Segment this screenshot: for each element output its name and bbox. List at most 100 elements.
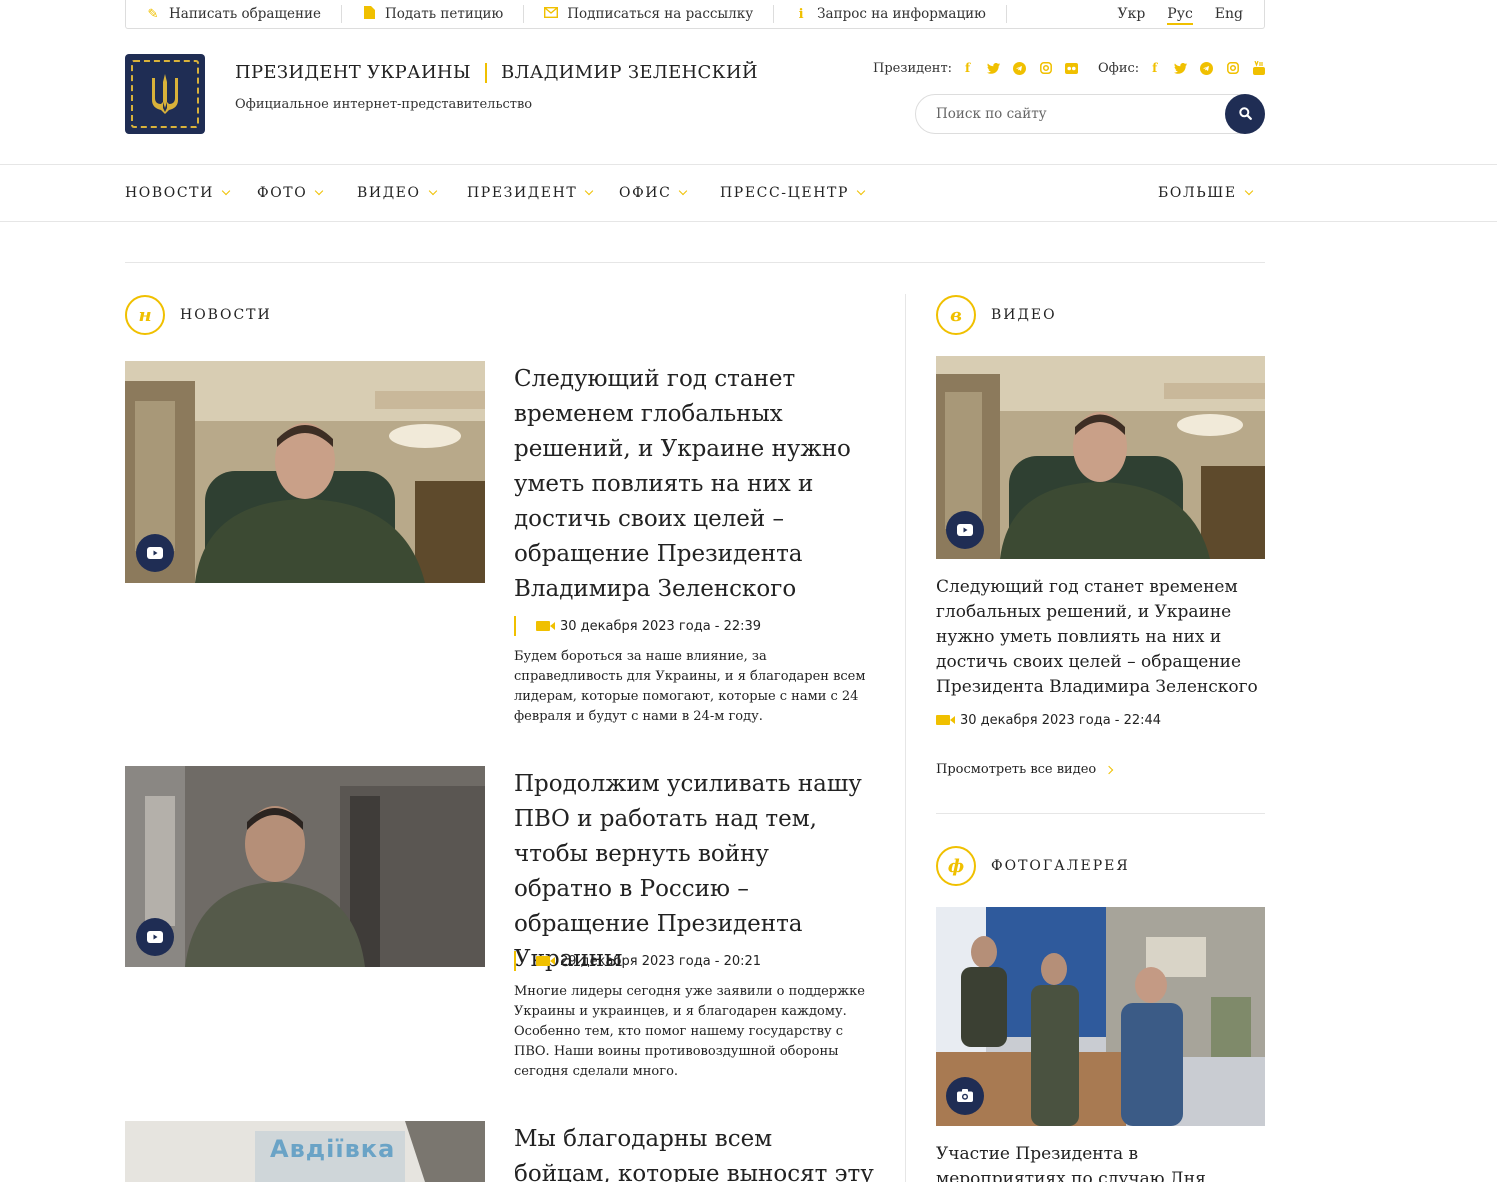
lang-rus[interactable]: Рус xyxy=(1167,6,1193,25)
info-request-link[interactable]: i Запрос на информацию xyxy=(774,5,1007,23)
instagram-icon[interactable] xyxy=(1223,60,1242,76)
youtube-icon[interactable] xyxy=(1249,60,1268,76)
site-subtitle: Официальное интернет-представительство xyxy=(235,97,533,112)
nav-president[interactable]: ПРЕЗИДЕНТ xyxy=(467,185,594,201)
nav-office-label: ОФИС xyxy=(619,185,672,201)
twitter-icon[interactable] xyxy=(984,60,1003,76)
facebook-icon[interactable]: f xyxy=(958,60,977,76)
news-image-1[interactable] xyxy=(125,361,485,583)
nav-more[interactable]: БОЛЬШЕ xyxy=(1158,185,1253,201)
chevron-down-icon xyxy=(428,186,437,196)
news-section-header: н НОВОСТИ xyxy=(125,295,272,335)
chevron-right-icon xyxy=(1105,765,1114,774)
write-appeal-label: Написать обращение xyxy=(169,6,322,22)
youtube-icon xyxy=(147,928,163,947)
video-section-icon: в xyxy=(936,295,976,335)
chevron-down-icon xyxy=(221,186,231,196)
news-photo-office xyxy=(125,361,485,583)
nav-photo-label: ФОТО xyxy=(257,185,308,201)
news-date-2: 29 декабря 2023 года - 20:21 xyxy=(514,951,761,971)
camera-icon xyxy=(957,1087,973,1106)
info-icon: i xyxy=(798,6,804,22)
flickr-icon[interactable] xyxy=(1062,60,1081,76)
news-date-1-text: 30 декабря 2023 года - 22:39 xyxy=(560,618,762,634)
video-image[interactable] xyxy=(936,356,1265,559)
petition-link[interactable]: Подать петицию xyxy=(342,5,525,23)
main-nav: НОВОСТИ ФОТО ВИДЕО ПРЕЗИДЕНТ ОФИС ПРЕСС-… xyxy=(0,164,1497,222)
chevron-down-icon xyxy=(856,186,866,196)
news-image-3[interactable]: Авдіївка xyxy=(125,1121,485,1182)
nav-president-label: ПРЕЗИДЕНТ xyxy=(467,185,578,201)
nav-video[interactable]: ВИДЕО xyxy=(357,185,437,201)
news-section-icon: н xyxy=(125,295,165,335)
news-excerpt-2: Многие лидеры сегодня уже заявили о подд… xyxy=(514,984,865,1079)
video-camera-icon xyxy=(536,621,555,631)
facebook-icon[interactable]: f xyxy=(1145,60,1164,76)
video-photo-office xyxy=(936,356,1265,559)
language-switcher: Укр Рус Eng xyxy=(1117,6,1264,25)
gallery-title[interactable]: Участие Президента в мероприятиях по слу… xyxy=(936,1142,1265,1182)
site-logo[interactable] xyxy=(125,54,205,134)
news-title-1[interactable]: Следующий год станет временем глобальных… xyxy=(514,362,874,607)
subscribe-link[interactable]: Подписаться на рассылку xyxy=(524,5,775,23)
chevron-down-icon xyxy=(315,186,324,196)
video-camera-icon xyxy=(536,956,555,966)
video-date-text: 30 декабря 2023 года - 22:44 xyxy=(960,712,1162,728)
news-title-2[interactable]: Продолжим усиливать нашу ПВО и работать … xyxy=(514,767,874,977)
info-request-label: Запрос на информацию xyxy=(817,6,986,22)
office-socials: Офис: f xyxy=(1098,60,1275,76)
nav-news-label: НОВОСТИ xyxy=(125,185,214,201)
nav-press-center-label: ПРЕСС-ЦЕНТР xyxy=(720,185,849,201)
site-search xyxy=(915,94,1265,134)
video-play-button[interactable] xyxy=(946,511,984,549)
telegram-icon[interactable] xyxy=(1010,60,1029,76)
trident-emblem-icon xyxy=(131,60,199,128)
search-button[interactable] xyxy=(1225,94,1265,134)
instagram-icon[interactable] xyxy=(1036,60,1055,76)
nav-news[interactable]: НОВОСТИ xyxy=(125,185,231,201)
youtube-icon xyxy=(957,521,973,540)
site-title[interactable]: ПРЕЗИДЕНТ УКРАИНЫ ВЛАДИМИР ЗЕЛЕНСКИЙ xyxy=(235,62,758,83)
nav-office[interactable]: ОФИС xyxy=(619,185,688,201)
news-excerpt-1: Будем бороться за наше влияние, за справ… xyxy=(514,649,866,724)
search-input[interactable] xyxy=(916,95,1206,133)
pencil-icon: ✎ xyxy=(147,6,159,22)
document-icon xyxy=(362,5,376,23)
lang-ukr[interactable]: Укр xyxy=(1117,6,1145,22)
news-photo-train xyxy=(125,766,485,967)
twitter-icon[interactable] xyxy=(1171,60,1190,76)
column-divider xyxy=(905,294,906,1182)
office-socials-label: Офис: xyxy=(1098,60,1140,76)
write-appeal-link[interactable]: ✎ Написать обращение xyxy=(126,5,343,23)
title-divider xyxy=(484,62,487,83)
news-date-2-text: 29 декабря 2023 года - 20:21 xyxy=(560,953,762,969)
lang-eng[interactable]: Eng xyxy=(1215,6,1243,22)
chevron-down-icon xyxy=(1244,186,1253,196)
nav-press-center[interactable]: ПРЕСС-ЦЕНТР xyxy=(720,185,866,201)
chevron-down-icon xyxy=(679,186,688,196)
video-title[interactable]: Следующий год станет временем глобальных… xyxy=(936,575,1265,700)
video-play-button[interactable] xyxy=(136,918,174,956)
nav-video-label: ВИДЕО xyxy=(357,185,421,201)
subscribe-label: Подписаться на рассылку xyxy=(567,6,754,22)
video-section-title[interactable]: ВИДЕО xyxy=(991,307,1057,323)
gallery-section-icon: ф xyxy=(936,846,976,886)
gallery-section-title[interactable]: ФОТОГАЛЕРЕЯ xyxy=(991,858,1130,874)
view-all-videos-link[interactable]: Просмотреть все видео xyxy=(936,762,1114,777)
chevron-down-icon xyxy=(585,186,594,196)
news-date-1: 30 декабря 2023 года - 22:39 xyxy=(514,616,761,636)
video-play-button[interactable] xyxy=(136,534,174,572)
nav-photo[interactable]: ФОТО xyxy=(257,185,324,201)
news-image-2[interactable] xyxy=(125,766,485,967)
avdiivka-sign-text: Авдіївка xyxy=(270,1135,396,1163)
news-section-title[interactable]: НОВОСТИ xyxy=(180,307,272,323)
news-title-3[interactable]: Мы благодарны всем бойцам, которые вынос… xyxy=(514,1122,874,1182)
right-divider xyxy=(936,813,1265,814)
top-bar: ✎ Написать обращение Подать петицию Подп… xyxy=(125,0,1265,29)
video-date: 30 декабря 2023 года - 22:44 xyxy=(936,710,1161,730)
view-all-videos-label: Просмотреть все видео xyxy=(936,762,1097,777)
gallery-photo-button[interactable] xyxy=(946,1077,984,1115)
gallery-image[interactable] xyxy=(936,907,1265,1126)
petition-label: Подать петицию xyxy=(385,6,504,22)
telegram-icon[interactable] xyxy=(1197,60,1216,76)
